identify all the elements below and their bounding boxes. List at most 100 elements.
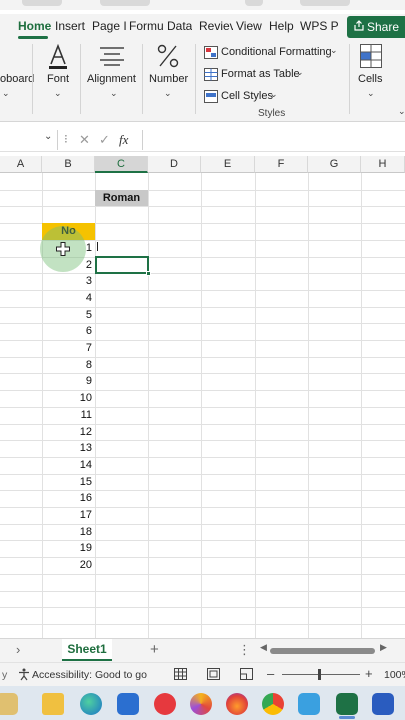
cell-styles-chevron-icon: ⌄ (270, 89, 278, 99)
normal-view-icon[interactable] (174, 668, 187, 680)
grid-row-line (0, 574, 405, 575)
column-header-h[interactable]: H (361, 156, 405, 173)
accessibility-status[interactable]: Accessibility: Good to go (32, 669, 147, 681)
column-header-g[interactable]: G (308, 156, 361, 173)
grid-column-line (255, 173, 256, 638)
wps-icon[interactable] (154, 693, 176, 715)
column-header-c[interactable]: C (95, 156, 148, 173)
horizontal-scrollbar[interactable] (270, 648, 375, 654)
page-break-preview-icon[interactable] (240, 668, 253, 680)
conditional-formatting-label: Conditional Formatting (221, 46, 332, 58)
grid-row-line (0, 607, 405, 608)
column-header-a[interactable]: A (0, 156, 42, 173)
number-cell[interactable]: 4 (42, 290, 94, 306)
clipboard-label: oboard (0, 73, 35, 85)
ribbon-separator (349, 44, 350, 114)
excel-icon[interactable] (336, 693, 358, 715)
tab-page-layout[interactable]: Page I (92, 19, 126, 33)
conditional-formatting-chevron-icon: ⌄ (330, 45, 338, 55)
insert-function-icon[interactable]: fx (119, 132, 128, 148)
number-cell[interactable]: 3 (42, 273, 94, 289)
ring-app-icon[interactable] (190, 693, 212, 715)
name-box-chevron-icon[interactable]: ⌄ (44, 131, 52, 142)
number-cell[interactable]: 19 (42, 540, 94, 556)
more-options-icon[interactable]: ⋮ (238, 642, 251, 658)
cell-styles-button[interactable]: Cell Styles ⌄ (204, 88, 304, 106)
number-cell[interactable]: 17 (42, 507, 94, 523)
page-layout-icon[interactable] (207, 668, 220, 680)
number-group[interactable]: Number ⌄ (146, 40, 192, 122)
number-cell[interactable]: 5 (42, 307, 94, 323)
number-chevron-icon: ⌄ (164, 88, 172, 98)
zoom-slider[interactable] (282, 674, 360, 675)
file-explorer-icon[interactable] (42, 693, 64, 715)
word-icon[interactable] (372, 693, 394, 715)
firefox-icon[interactable] (226, 693, 248, 715)
edge-icon[interactable] (80, 693, 102, 715)
font-group[interactable]: Font ⌄ (38, 40, 78, 122)
roman-header-cell[interactable]: Roman (95, 190, 148, 206)
number-cell[interactable]: 20 (42, 557, 94, 573)
formula-bar: ⌄ ⁝ ✕ ✓ fx (0, 128, 405, 152)
paint-icon[interactable] (0, 693, 18, 715)
share-button[interactable]: Share (347, 16, 405, 38)
number-cell[interactable]: 15 (42, 474, 94, 490)
tab-data[interactable]: Data (167, 19, 192, 33)
number-cell[interactable]: 8 (42, 357, 94, 373)
fill-handle[interactable] (146, 271, 151, 276)
scroll-right-icon[interactable]: ▶ (380, 642, 387, 653)
number-cell[interactable]: 7 (42, 340, 94, 356)
number-cell[interactable]: 11 (42, 407, 94, 423)
column-header-d[interactable]: D (148, 156, 201, 173)
format-as-table-label: Format as Table (221, 68, 300, 80)
number-cell[interactable]: 9 (42, 373, 94, 389)
chrome-icon[interactable] (262, 693, 284, 715)
store-icon[interactable] (117, 693, 139, 715)
column-header-b[interactable]: B (42, 156, 95, 173)
tab-help[interactable]: Help (269, 19, 294, 33)
tab-wps-pdf[interactable]: WPS P (300, 19, 338, 33)
number-cell[interactable]: 18 (42, 524, 94, 540)
grid-column-line (201, 173, 202, 638)
tab-review[interactable]: Reviev (199, 19, 233, 33)
tab-view[interactable]: View (236, 19, 262, 33)
column-header-e[interactable]: E (201, 156, 255, 173)
zoom-out-icon[interactable]: – (267, 666, 274, 681)
active-cell-c2[interactable] (95, 256, 149, 274)
enter-icon[interactable]: ✓ (99, 132, 110, 148)
number-cell[interactable]: 14 (42, 457, 94, 473)
number-cell[interactable]: 12 (42, 424, 94, 440)
conditional-formatting-button[interactable]: Conditional Formatting ⌄ (204, 44, 344, 62)
zoom-in-icon[interactable]: + (365, 666, 373, 681)
notepad-icon[interactable] (298, 693, 320, 715)
cell-cursor-icon (56, 242, 70, 256)
ribbon-collapse-icon[interactable]: ⌄ (398, 106, 405, 117)
number-cell[interactable]: 6 (42, 323, 94, 339)
name-box[interactable]: ⌄ (0, 130, 58, 150)
sheet-scroll-right-icon[interactable]: › (16, 642, 20, 657)
tab-formulas[interactable]: Formu (129, 19, 163, 33)
cancel-icon[interactable]: ✕ (79, 132, 90, 148)
alignment-group[interactable]: Alignment ⌄ (84, 40, 140, 122)
zoom-level[interactable]: 100% (384, 669, 405, 681)
grid-column-line (308, 173, 309, 638)
number-cell[interactable]: 13 (42, 440, 94, 456)
zoom-slider-thumb[interactable] (318, 669, 321, 680)
column-header-f[interactable]: F (255, 156, 308, 173)
window-top-edge (0, 0, 405, 10)
worksheet-grid[interactable]: A B C D E F G H Roman No 1 2 3 4 5 6 7 8 9 10 11 12… (0, 156, 405, 638)
font-chevron-icon: ⌄ (54, 88, 62, 98)
number-cell[interactable]: 16 (42, 490, 94, 506)
scroll-left-icon[interactable]: ◀ (260, 642, 267, 653)
add-sheet-icon[interactable]: + (150, 641, 159, 658)
format-as-table-button[interactable]: Format as Table ⌄ (204, 66, 324, 84)
excel-active-indicator (339, 716, 355, 719)
sheet-tab-sheet1[interactable]: Sheet1 (62, 639, 112, 661)
font-color-icon (49, 44, 67, 69)
formula-input[interactable] (142, 130, 405, 150)
tab-insert[interactable]: Insert (55, 19, 85, 33)
tab-home[interactable]: Home (18, 19, 51, 33)
clipboard-group[interactable]: oboard ⌄ (0, 40, 34, 122)
cells-group[interactable]: Cells ⌄ (352, 40, 392, 122)
number-cell[interactable]: 10 (42, 390, 94, 406)
